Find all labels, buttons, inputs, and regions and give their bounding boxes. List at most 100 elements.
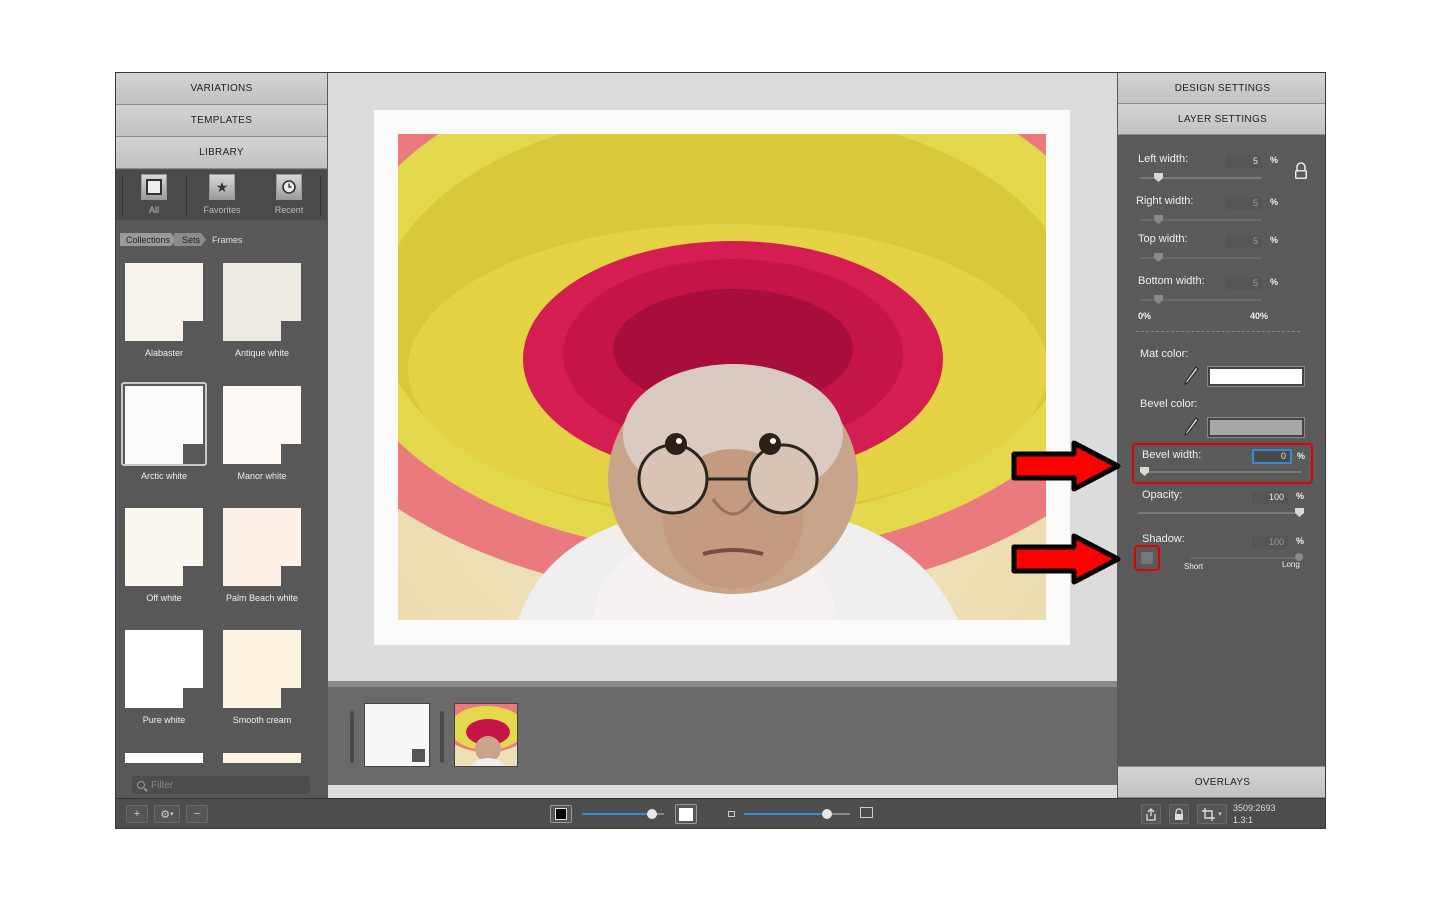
swatch-manor-white[interactable]: Manor white	[216, 386, 308, 496]
lock-icon[interactable]	[1293, 161, 1309, 181]
swatch-label: Off white	[146, 593, 182, 603]
swatch-palm-beach-white[interactable]: Palm Beach white	[216, 508, 308, 618]
swatch-partial[interactable]	[125, 753, 203, 763]
thumb-size-slider[interactable]	[582, 813, 650, 815]
library-tab-all[interactable]: All	[125, 174, 183, 218]
swatch-label: Alabaster	[144, 348, 184, 358]
bevel-color-swatch[interactable]	[1207, 417, 1305, 438]
swatch-grid: Alabaster Antique white Arctic white Man…	[116, 253, 327, 763]
library-tab-label: Favorites	[203, 205, 241, 215]
shadow-track[interactable]	[1190, 557, 1300, 559]
bevel-width-track[interactable]	[1142, 471, 1302, 473]
thumb-large-button[interactable]	[675, 804, 697, 824]
mat-color-swatch[interactable]	[1207, 366, 1305, 387]
breadcrumb-sets[interactable]: Sets	[174, 233, 206, 246]
swatch-label: Antique white	[234, 348, 290, 358]
top-width-slider-knob[interactable]	[1154, 253, 1163, 262]
lock-button[interactable]	[1169, 804, 1189, 824]
breadcrumb-frames[interactable]: Frames	[204, 233, 249, 246]
bottom-width-slider-knob[interactable]	[1154, 295, 1163, 304]
top-width-label: Top width:	[1138, 233, 1188, 245]
app-window: VARIATIONS TEMPLATES LIBRARY All ★ Favor…	[115, 72, 1326, 829]
top-width-input[interactable]: 5	[1226, 235, 1262, 248]
swatch-off-white[interactable]: Off white	[118, 508, 210, 618]
left-width-input[interactable]: 5	[1226, 155, 1262, 168]
library-tab-recent[interactable]: Recent	[260, 174, 318, 218]
opacity-track[interactable]	[1138, 512, 1303, 514]
templates-header[interactable]: TEMPLATES	[116, 105, 327, 137]
zoom-small-icon[interactable]	[728, 811, 735, 817]
library-tab-label: Recent	[274, 205, 304, 215]
opacity-input[interactable]: 100	[1252, 491, 1288, 504]
dimension-readout: 3509:2693 1.3:1	[1233, 802, 1276, 826]
right-width-slider-knob[interactable]	[1154, 215, 1163, 224]
crop-icon	[1202, 807, 1216, 821]
breadcrumb-collections[interactable]: Collections	[120, 233, 176, 246]
swatch-pure-white[interactable]: Pure white	[118, 630, 210, 740]
library-tabs: All ★ Favorites Recent	[116, 170, 327, 220]
opacity-unit: %	[1296, 491, 1305, 501]
canvas-area[interactable]	[328, 73, 1117, 681]
thumb-small-button[interactable]	[550, 805, 572, 823]
thumb-size-knob[interactable]	[646, 809, 657, 819]
swatch-alabaster[interactable]: Alabaster	[118, 263, 210, 373]
shadow-min-label: Short	[1184, 562, 1204, 571]
aspect-ratio: 1.3:1	[1233, 815, 1254, 825]
shadow-unit: %	[1296, 536, 1305, 546]
crop-menu-button[interactable]: ▾	[1197, 804, 1227, 824]
shadow-checkbox[interactable]	[1141, 552, 1153, 564]
zoom-slider[interactable]	[744, 813, 830, 815]
square-frame-icon	[141, 174, 167, 200]
bevel-width-unit: %	[1297, 451, 1306, 461]
breadcrumb: Collections Sets Frames	[120, 233, 325, 246]
bevel-width-input[interactable]: 0	[1252, 449, 1292, 464]
swatch-thumb	[125, 508, 203, 586]
swatch-label: Manor white	[237, 471, 287, 481]
library-tab-favorites[interactable]: ★ Favorites	[193, 174, 251, 218]
photo-layer[interactable]	[398, 134, 1046, 620]
chevron-down-icon: ▾	[170, 811, 174, 818]
mat-color-label: Mat color:	[1140, 348, 1189, 360]
remove-button[interactable]: −	[186, 805, 208, 823]
eyedropper-icon[interactable]	[1184, 416, 1200, 436]
filter-input[interactable]: Filter	[132, 776, 310, 794]
shadow-input[interactable]: 100	[1252, 536, 1288, 549]
small-square-icon	[555, 808, 567, 820]
swatch-antique-white[interactable]: Antique white	[216, 263, 308, 373]
mat-frame[interactable]	[374, 110, 1070, 645]
right-width-label: Right width:	[1136, 195, 1194, 207]
swatch-arctic-white[interactable]: Arctic white	[118, 382, 210, 496]
photo-layer-thumb[interactable]	[454, 703, 518, 767]
zoom-large-icon[interactable]	[860, 807, 873, 818]
swatch-smooth-cream[interactable]: Smooth cream	[216, 630, 308, 740]
bevel-color-label: Bevel color:	[1140, 398, 1198, 410]
gear-menu-button[interactable]: ⚙ ▾	[154, 805, 180, 823]
strip-handle[interactable]	[350, 711, 354, 763]
swatch-thumb	[223, 263, 301, 341]
library-header[interactable]: LIBRARY	[116, 137, 327, 169]
share-button[interactable]	[1141, 804, 1161, 824]
arrow-shadow	[1011, 533, 1121, 585]
variations-header[interactable]: VARIATIONS	[116, 73, 327, 105]
left-width-slider-knob[interactable]	[1154, 173, 1163, 182]
bottom-width-label: Bottom width:	[1138, 275, 1205, 287]
overlays-header[interactable]: OVERLAYS	[1118, 766, 1325, 798]
layer-settings-header[interactable]: LAYER SETTINGS	[1118, 104, 1325, 135]
left-panel: VARIATIONS TEMPLATES LIBRARY All ★ Favor…	[116, 73, 327, 798]
bottom-width-unit: %	[1270, 277, 1279, 287]
eyedropper-icon[interactable]	[1184, 365, 1200, 385]
design-settings-header[interactable]: DESIGN SETTINGS	[1118, 73, 1325, 104]
bottom-width-input[interactable]: 5	[1226, 277, 1262, 290]
swatch-label: Smooth cream	[232, 715, 292, 725]
strip-handle[interactable]	[440, 711, 444, 763]
shadow-max-label: Long	[1282, 560, 1300, 569]
right-width-input[interactable]: 5	[1226, 197, 1262, 210]
swatch-partial[interactable]	[223, 753, 301, 763]
swatch-thumb	[125, 263, 203, 341]
mat-layer-thumb[interactable]	[364, 703, 430, 767]
library-tab-label: All	[148, 205, 159, 215]
opacity-slider-knob[interactable]	[1295, 508, 1304, 517]
bottom-toolbar: + ⚙ ▾ − ▾ 3509:2693 1.3:1	[116, 798, 1325, 828]
zoom-knob[interactable]	[821, 809, 832, 819]
add-button[interactable]: +	[126, 805, 148, 823]
